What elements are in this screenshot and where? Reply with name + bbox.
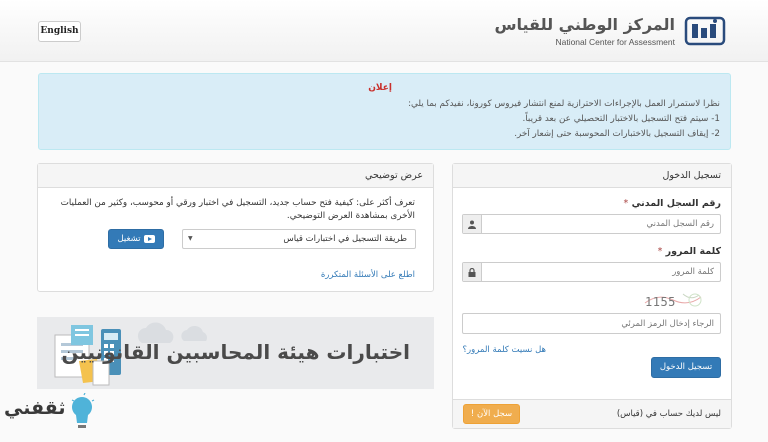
login-button[interactable]: تسجيل الدخول [651, 357, 721, 378]
user-icon [463, 215, 482, 233]
login-panel-title: تسجيل الدخول [453, 164, 731, 188]
password-field[interactable] [462, 262, 721, 282]
demo-description: تعرف أكثر على: كيفية فتح حساب جديد، التس… [60, 198, 415, 221]
accountants-exam-banner[interactable]: اختبارات هيئة المحاسبين القانونيين [37, 317, 434, 389]
play-demo-button[interactable]: تشغيل [108, 229, 164, 249]
announcement-line-3: 2- إيقاف التسجيل بالاختبارات المحوسبة حت… [514, 129, 720, 139]
play-icon [143, 235, 155, 243]
national-id-field[interactable] [462, 214, 721, 234]
qiyas-logo-icon [684, 16, 726, 46]
password-input[interactable] [482, 263, 720, 281]
demo-panel: عرض توضيحي تعرف أكثر على: كيفية فتح حساب… [37, 163, 434, 292]
national-id-label: رقم السجل المدني * [623, 198, 722, 209]
lock-icon [463, 263, 482, 281]
national-id-input[interactable] [482, 215, 720, 233]
demo-panel-title: عرض توضيحي [38, 164, 433, 188]
announcement-line-1: نظرا لاستمرار العمل بالإجراءات الاحترازي… [408, 99, 720, 109]
login-panel-footer: ليس لديك حساب في (قياس) سجل الآن ! [453, 399, 731, 428]
captcha-code: 1155 [645, 295, 676, 309]
password-label: كلمة المرور * [657, 246, 721, 257]
language-switch-button[interactable]: English [38, 21, 81, 42]
site-header: English المركز الوطني للقياس National Ce… [0, 0, 768, 62]
play-demo-label: تشغيل [117, 234, 141, 244]
watermark-text: ثقفني [4, 397, 66, 419]
demo-topic-select[interactable]: طريقة التسجيل في اختبارات قياس ▼ [182, 229, 416, 249]
logo-title-ar: المركز الوطني للقياس [494, 15, 675, 34]
captcha-input[interactable] [462, 313, 721, 334]
announcement-title: إعلان [368, 83, 392, 93]
demo-topic-selected: طريقة التسجيل في اختبارات قياس [283, 234, 407, 244]
no-account-text: ليس لديك حساب في (قياس) [616, 409, 721, 419]
forgot-password-link[interactable]: هل نسيت كلمة المرور؟ [463, 345, 547, 355]
login-panel: تسجيل الدخول رقم السجل المدني * كلمة الم… [452, 163, 732, 429]
banner-title: اختبارات هيئة المحاسبين القانونيين [61, 340, 410, 364]
announcement-alert: إعلان نظرا لاستمرار العمل بالإجراءات الا… [38, 73, 731, 150]
announcement-line-2: 1- سيتم فتح التسجيل بالاختبار التحصيلي ع… [522, 114, 720, 124]
register-now-button[interactable]: سجل الآن ! [463, 404, 520, 424]
chevron-down-icon: ▼ [188, 235, 193, 242]
logo-title-en: National Center for Assessment [555, 37, 675, 47]
faq-link[interactable]: اطلع على الأسئلة المتكررة [321, 270, 415, 280]
